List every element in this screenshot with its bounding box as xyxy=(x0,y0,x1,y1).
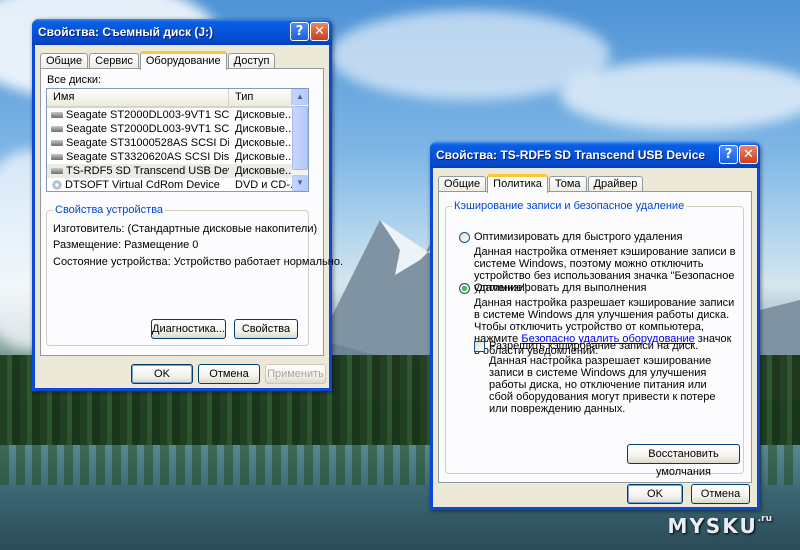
watermark: MYSKU.ru xyxy=(667,514,772,538)
performance-label[interactable]: Оптимизировать для выполнения xyxy=(474,282,646,294)
device-status-text: Состояние устройства: Устройство работае… xyxy=(53,256,344,268)
vertical-scrollbar[interactable]: ▲ ▼ xyxy=(292,89,308,191)
column-type[interactable]: Тип xyxy=(229,89,292,106)
enable-write-caching-checkbox[interactable] xyxy=(474,341,485,352)
tab-policy[interactable]: Политика xyxy=(487,174,548,193)
tab-bar: Общие Политика Тома Драйвер xyxy=(438,174,644,193)
disk-list[interactable]: Имя Тип Seagate ST2000DL003-9VT1 SCSI Di… xyxy=(46,88,309,192)
window-client: Общие Сервис Оборудование Доступ Все дис… xyxy=(35,45,343,388)
group-title: Свойства устройства xyxy=(53,204,166,216)
tab-general[interactable]: Общие xyxy=(438,176,487,192)
scroll-thumb[interactable] xyxy=(292,106,308,170)
scroll-up-icon[interactable]: ▲ xyxy=(292,89,308,105)
disk-drive-icon xyxy=(51,126,63,133)
list-item[interactable]: DTSOFT Virtual CdRom DeviceDVD и CD-... xyxy=(47,178,292,191)
apply-button[interactable]: Применить xyxy=(265,364,326,384)
tab-hardware[interactable]: Оборудование xyxy=(139,51,227,70)
tab-bar: Общие Сервис Оборудование Доступ xyxy=(40,51,276,70)
quick-removal-label[interactable]: Оптимизировать для быстрого удаления xyxy=(474,231,682,243)
write-caching-description: Данная настройка разрешает кэширование з… xyxy=(489,355,716,415)
window-client: Общие Политика Тома Драйвер Кэширование … xyxy=(433,168,757,507)
disk-drive-icon xyxy=(51,112,63,119)
list-header: Имя Тип xyxy=(47,89,292,108)
scroll-down-icon[interactable]: ▼ xyxy=(292,175,308,191)
cloud xyxy=(560,60,800,130)
list-item[interactable]: Seagate ST31000528AS SCSI Disk De...Диск… xyxy=(47,136,292,150)
window-titlebar[interactable]: Свойства: TS-RDF5 SD Transcend USB Devic… xyxy=(430,142,760,168)
policy-panel: Кэширование записи и безопасное удаление… xyxy=(438,191,752,483)
performance-radio[interactable] xyxy=(459,283,470,294)
tab-sharing[interactable]: Доступ xyxy=(227,53,276,69)
list-item[interactable]: Seagate ST3320620AS SCSI Disk Devi...Дис… xyxy=(47,150,292,164)
device-properties-group: Свойства устройства Изготовитель: (Станд… xyxy=(46,204,343,346)
close-icon[interactable]: ✕ xyxy=(310,22,329,41)
cdrom-icon xyxy=(52,180,62,191)
list-item[interactable]: Seagate ST2000DL003-9VT1 SCSI Dis...Диск… xyxy=(47,108,292,122)
help-icon[interactable]: ? xyxy=(719,145,738,164)
column-name[interactable]: Имя xyxy=(47,89,229,106)
list-item[interactable]: Seagate ST2000DL003-9VT1 SCSI Dis...Диск… xyxy=(47,122,292,136)
enable-write-caching-label[interactable]: Разрешить кэширование записи на диск. xyxy=(489,340,698,352)
quick-removal-radio[interactable] xyxy=(459,232,470,243)
tab-volumes[interactable]: Тома xyxy=(548,176,587,192)
all-disks-label: Все диски: xyxy=(47,74,102,86)
help-icon[interactable]: ? xyxy=(290,22,309,41)
removable-disk-properties-window: Свойства: Съемный диск (J:) ? ✕ Общие Се… xyxy=(32,19,343,391)
close-icon[interactable]: ✕ xyxy=(739,145,758,164)
disk-drive-icon xyxy=(51,154,63,161)
location-text: Размещение: Размещение 0 xyxy=(53,239,199,251)
tab-tools[interactable]: Сервис xyxy=(89,53,139,69)
disk-drive-icon xyxy=(51,168,63,175)
write-caching-group: Кэширование записи и безопасное удаление… xyxy=(445,200,744,478)
device-policy-window: Свойства: TS-RDF5 SD Transcend USB Devic… xyxy=(430,142,760,510)
manufacturer-text: Изготовитель: (Стандартные дисковые нако… xyxy=(53,223,318,235)
window-title: Свойства: TS-RDF5 SD Transcend USB Devic… xyxy=(436,148,706,162)
properties-button[interactable]: Свойства xyxy=(234,319,298,339)
tab-driver[interactable]: Драйвер xyxy=(587,176,644,192)
diagnostics-button[interactable]: Диагностика... xyxy=(151,319,226,339)
disk-drive-icon xyxy=(51,140,63,147)
cancel-button[interactable]: Отмена xyxy=(691,484,750,504)
cancel-button[interactable]: Отмена xyxy=(198,364,260,384)
window-title: Свойства: Съемный диск (J:) xyxy=(38,25,214,39)
tab-general[interactable]: Общие xyxy=(40,53,89,69)
list-item-selected[interactable]: TS-RDF5 SD Transcend USB DeviceДисковые.… xyxy=(47,164,292,178)
window-titlebar[interactable]: Свойства: Съемный диск (J:) xyxy=(32,19,332,45)
hardware-panel: Все диски: Имя Тип Seagate ST2000DL003-9… xyxy=(40,68,343,356)
ok-button[interactable]: OK xyxy=(627,484,683,504)
group-title: Кэширование записи и безопасное удаление xyxy=(452,200,687,212)
restore-defaults-button[interactable]: Восстановить умолчания xyxy=(627,444,740,478)
ok-button[interactable]: OK xyxy=(131,364,193,384)
